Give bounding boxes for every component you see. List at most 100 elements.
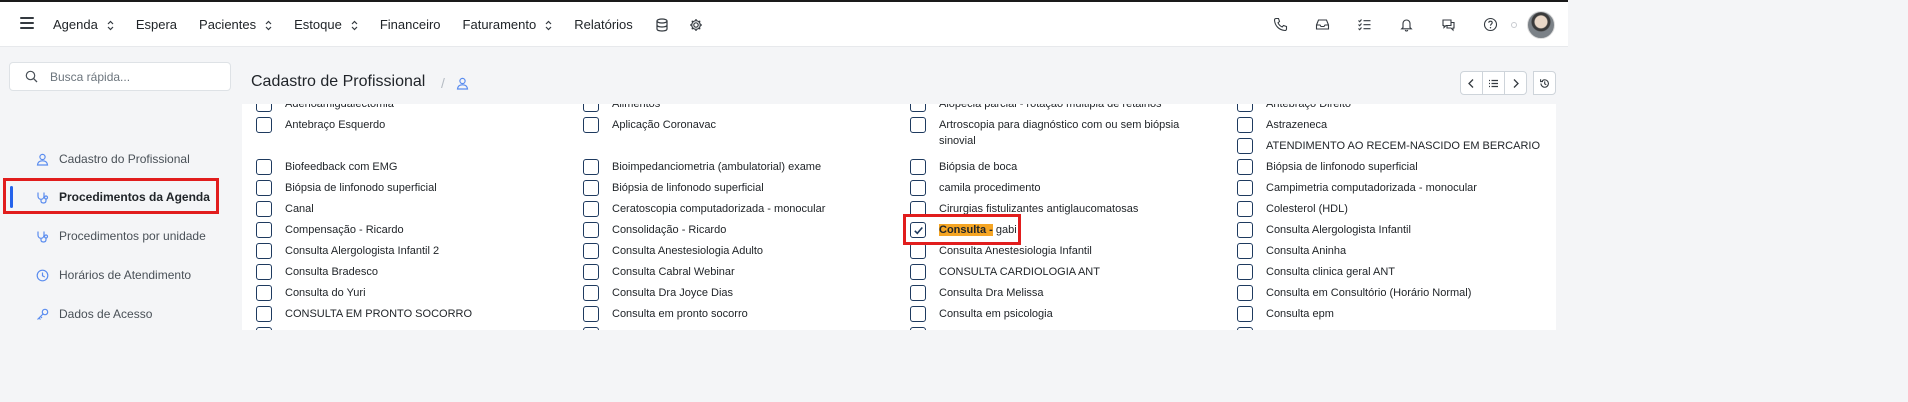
previous-button[interactable]: [1460, 71, 1483, 95]
procedure-checkbox[interactable]: [583, 327, 599, 330]
procedure-checkbox[interactable]: [1237, 285, 1253, 301]
procedure-checkbox[interactable]: [256, 264, 272, 280]
chat-icon[interactable]: [1441, 17, 1456, 32]
procedure-checkbox[interactable]: [256, 243, 272, 259]
procedure-item[interactable]: Biofeedback com EMG: [256, 159, 398, 175]
procedure-item[interactable]: Consulta Aninha: [1237, 243, 1346, 259]
list-button[interactable]: [1482, 71, 1505, 95]
procedure-item[interactable]: Ceratoscopia computadorizada - monocular: [583, 201, 825, 217]
procedure-checkbox[interactable]: [256, 180, 272, 196]
procedure-checkbox[interactable]: [910, 104, 926, 112]
phone-icon[interactable]: [1273, 17, 1288, 32]
procedure-item[interactable]: Artroscopia para diagnóstico com ou sem …: [910, 117, 1210, 149]
history-button[interactable]: [1533, 71, 1556, 95]
procedure-checkbox[interactable]: [910, 306, 926, 322]
procedure-checkbox[interactable]: [1237, 201, 1253, 217]
procedure-checkbox-checked[interactable]: [910, 222, 926, 238]
procedure-item[interactable]: CONSULTA EM PRONTO SOCORRO: [256, 306, 472, 322]
procedure-item[interactable]: [1237, 327, 1266, 330]
procedure-item[interactable]: Cirurgias fistulizantes antiglaucomatosa…: [910, 201, 1138, 217]
procedure-checkbox[interactable]: [1237, 117, 1253, 133]
procedure-checkbox[interactable]: [1237, 138, 1253, 154]
procedure-checkbox[interactable]: [583, 285, 599, 301]
procedure-item[interactable]: Consulta Dra Joyce Dias: [583, 285, 733, 301]
user-avatar[interactable]: [1527, 10, 1555, 39]
procedure-item[interactable]: Antebraço Esquerdo: [256, 117, 385, 133]
bell-icon[interactable]: [1399, 17, 1414, 32]
sidebar-item-cadastro-profissional[interactable]: Cadastro do Profissional: [0, 145, 232, 173]
procedure-item[interactable]: Astrazeneca: [1237, 117, 1327, 133]
procedure-item[interactable]: Antebraço Direito: [1237, 104, 1351, 112]
procedure-checkbox[interactable]: [910, 264, 926, 280]
procedure-item[interactable]: Biópsia de linfonodo superficial: [1237, 159, 1418, 175]
nav-agenda[interactable]: Agenda: [53, 17, 114, 32]
procedure-checkbox[interactable]: [1237, 327, 1253, 330]
procedure-checkbox[interactable]: [910, 117, 926, 133]
procedure-item[interactable]: ATENDIMENTO AO RECEM-NASCIDO EM BERCARIO: [1237, 138, 1540, 154]
procedure-checkbox[interactable]: [583, 222, 599, 238]
nav-espera[interactable]: Espera: [136, 17, 177, 32]
procedure-item[interactable]: Consulta Dra Melissa: [910, 285, 1044, 301]
sidebar-item-procedimentos-agenda[interactable]: Procedimentos da Agenda: [0, 183, 232, 211]
procedure-checkbox[interactable]: [583, 104, 599, 112]
procedure-item[interactable]: Campimetria computadorizada - monocular: [1237, 180, 1477, 196]
procedure-item[interactable]: Consulta Cabral Webinar: [583, 264, 735, 280]
procedure-checkbox[interactable]: [256, 201, 272, 217]
procedure-checkbox[interactable]: [910, 243, 926, 259]
procedure-checkbox[interactable]: [256, 159, 272, 175]
procedure-checkbox[interactable]: [583, 201, 599, 217]
procedure-item[interactable]: Consulta em Consultório (Horário Normal): [1237, 285, 1471, 301]
sidebar-item-horarios[interactable]: Horários de Atendimento: [0, 261, 232, 289]
procedure-item[interactable]: Consulta Alergologista Infantil 2: [256, 243, 439, 259]
procedure-checkbox[interactable]: [583, 243, 599, 259]
procedure-checkbox[interactable]: [583, 159, 599, 175]
checklist-icon[interactable]: [1357, 17, 1372, 32]
procedure-checkbox[interactable]: [910, 201, 926, 217]
procedure-checkbox[interactable]: [1237, 159, 1253, 175]
procedure-checkbox[interactable]: [910, 180, 926, 196]
procedure-item[interactable]: Consulta Anestesiologia Adulto: [583, 243, 763, 259]
procedure-item[interactable]: Biópsia de linfonodo superficial: [583, 180, 764, 196]
procedure-item[interactable]: Aplicação Coronavac: [583, 117, 716, 133]
procedure-checkbox[interactable]: [583, 117, 599, 133]
sidebar-item-dados-acesso[interactable]: Dados de Acesso: [0, 300, 232, 328]
procedure-checkbox[interactable]: [256, 222, 272, 238]
procedure-item[interactable]: Alopecia parcial - rotação múltipla de r…: [910, 104, 1162, 112]
procedure-checkbox[interactable]: [1237, 264, 1253, 280]
procedure-item[interactable]: [910, 327, 939, 330]
procedure-item[interactable]: Consulta epm: [1237, 306, 1334, 322]
procedure-item[interactable]: Biópsia de boca: [910, 159, 1017, 175]
procedure-item[interactable]: Alimentos: [583, 104, 660, 112]
nav-estoque[interactable]: Estoque: [294, 17, 358, 32]
procedure-item[interactable]: Bioimpedanciometria (ambulatorial) exame: [583, 159, 821, 175]
procedure-checkbox[interactable]: [583, 180, 599, 196]
procedure-item[interactable]: Adenoamigdalectomia: [256, 104, 394, 112]
procedure-item[interactable]: Consulta em pronto socorro: [583, 306, 748, 322]
nav-relatorios[interactable]: Relatórios: [574, 17, 633, 32]
procedure-item[interactable]: Compensação - Ricardo: [256, 222, 404, 238]
nav-financeiro[interactable]: Financeiro: [380, 17, 441, 32]
procedure-checkbox[interactable]: [583, 264, 599, 280]
procedure-item[interactable]: Consulta Anestesiologia Infantil: [910, 243, 1092, 259]
procedure-checkbox[interactable]: [256, 327, 272, 330]
procedure-item[interactable]: camila procedimento: [910, 180, 1041, 196]
procedure-item[interactable]: [583, 327, 612, 330]
procedure-item[interactable]: CONSULTA CARDIOLOGIA ANT: [910, 264, 1100, 280]
procedure-item[interactable]: [256, 327, 285, 330]
procedure-checkbox[interactable]: [1237, 104, 1253, 112]
procedure-item[interactable]: Canal: [256, 201, 314, 217]
procedure-checkbox[interactable]: [1237, 222, 1253, 238]
procedure-item[interactable]: Consulta Bradesco: [256, 264, 378, 280]
procedure-checkbox[interactable]: [256, 285, 272, 301]
procedure-checkbox[interactable]: [256, 117, 272, 133]
procedure-checkbox[interactable]: [910, 159, 926, 175]
procedure-item[interactable]: Colesterol (HDL): [1237, 201, 1348, 217]
procedure-checkbox[interactable]: [256, 306, 272, 322]
help-icon[interactable]: [1483, 17, 1498, 32]
procedure-checkbox[interactable]: [583, 306, 599, 322]
procedure-item[interactable]: Consulta em psicologia: [910, 306, 1053, 322]
procedure-checkbox[interactable]: [1237, 180, 1253, 196]
nav-pacientes[interactable]: Pacientes: [199, 17, 272, 32]
next-button[interactable]: [1504, 71, 1527, 95]
sidebar-item-procedimentos-unidade[interactable]: Procedimentos por unidade: [0, 222, 232, 250]
